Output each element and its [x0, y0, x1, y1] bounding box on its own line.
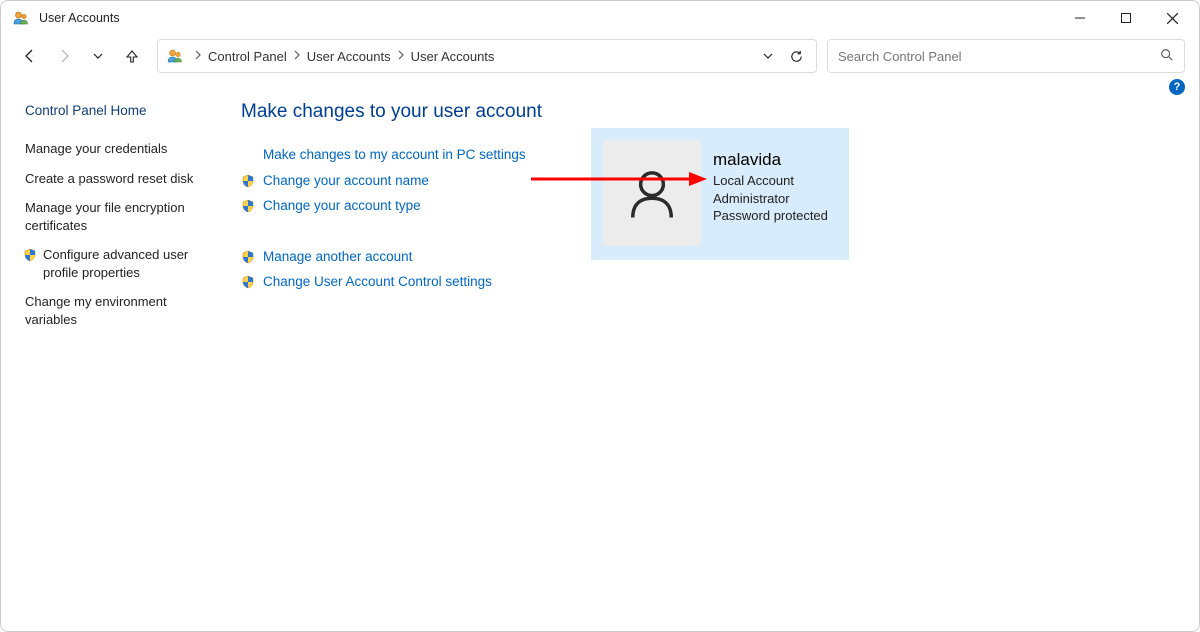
control-panel-home-link[interactable]: Control Panel Home	[25, 103, 221, 118]
link-uac-settings[interactable]: Change User Account Control settings	[241, 269, 1189, 294]
shield-icon	[23, 248, 37, 262]
current-user-tile: malavida Local Account Administrator Pas…	[591, 128, 849, 260]
chevron-right-icon[interactable]	[395, 50, 407, 63]
user-accounts-address-icon	[166, 47, 184, 65]
address-history-button[interactable]	[754, 42, 782, 70]
sidebar-item-label: Configure advanced user profile properti…	[43, 246, 221, 281]
user-accounts-app-icon	[13, 10, 29, 26]
shield-icon	[241, 250, 255, 264]
sidebar: Control Panel Home Manage your credentia…	[1, 95, 231, 631]
chevron-right-icon[interactable]	[192, 50, 204, 63]
user-name: malavida	[713, 150, 828, 170]
sidebar-item-password-reset-disk[interactable]: Create a password reset disk	[25, 164, 221, 194]
user-password-status: Password protected	[713, 207, 828, 225]
chevron-right-icon[interactable]	[291, 50, 303, 63]
link-label: Change User Account Control settings	[263, 274, 492, 289]
link-label: Change your account type	[263, 198, 421, 213]
navbar: Control Panel User Accounts User Account…	[1, 35, 1199, 79]
breadcrumb-user-accounts[interactable]: User Accounts	[303, 49, 395, 64]
content-area: Control Panel Home Manage your credentia…	[1, 95, 1199, 631]
help-icon[interactable]: ?	[1169, 79, 1185, 95]
shield-icon	[241, 275, 255, 289]
minimize-button[interactable]	[1057, 2, 1103, 34]
titlebar: User Accounts	[1, 1, 1199, 35]
maximize-button[interactable]	[1103, 2, 1149, 34]
search-icon[interactable]	[1160, 48, 1174, 65]
sidebar-item-advanced-profile[interactable]: Configure advanced user profile properti…	[23, 240, 221, 287]
breadcrumb-current[interactable]: User Accounts	[407, 49, 499, 64]
up-button[interactable]	[117, 41, 147, 71]
recent-locations-button[interactable]	[83, 41, 113, 71]
link-label: Manage another account	[263, 249, 412, 264]
refresh-button[interactable]	[782, 42, 810, 70]
shield-icon	[241, 174, 255, 188]
window-title: User Accounts	[39, 11, 120, 25]
page-heading: Make changes to your user account	[241, 101, 1189, 123]
shield-icon	[241, 199, 255, 213]
user-info: malavida Local Account Administrator Pas…	[713, 140, 828, 225]
user-account-type: Local Account	[713, 172, 828, 190]
avatar	[603, 140, 701, 246]
user-role: Administrator	[713, 190, 828, 208]
breadcrumb-control-panel[interactable]: Control Panel	[204, 49, 291, 64]
address-bar[interactable]: Control Panel User Accounts User Account…	[157, 39, 817, 73]
close-button[interactable]	[1149, 2, 1195, 34]
forward-button[interactable]	[49, 41, 79, 71]
main-panel: Make changes to your user account Make c…	[231, 95, 1199, 631]
search-input[interactable]	[838, 49, 1160, 64]
sidebar-item-manage-credentials[interactable]: Manage your credentials	[25, 134, 221, 164]
link-label: Change your account name	[263, 173, 429, 188]
sidebar-item-file-encryption-certs[interactable]: Manage your file encryption certificates	[25, 193, 221, 240]
sidebar-item-env-variables[interactable]: Change my environment variables	[25, 287, 221, 334]
search-box[interactable]	[827, 39, 1185, 73]
back-button[interactable]	[15, 41, 45, 71]
person-icon	[624, 165, 680, 221]
